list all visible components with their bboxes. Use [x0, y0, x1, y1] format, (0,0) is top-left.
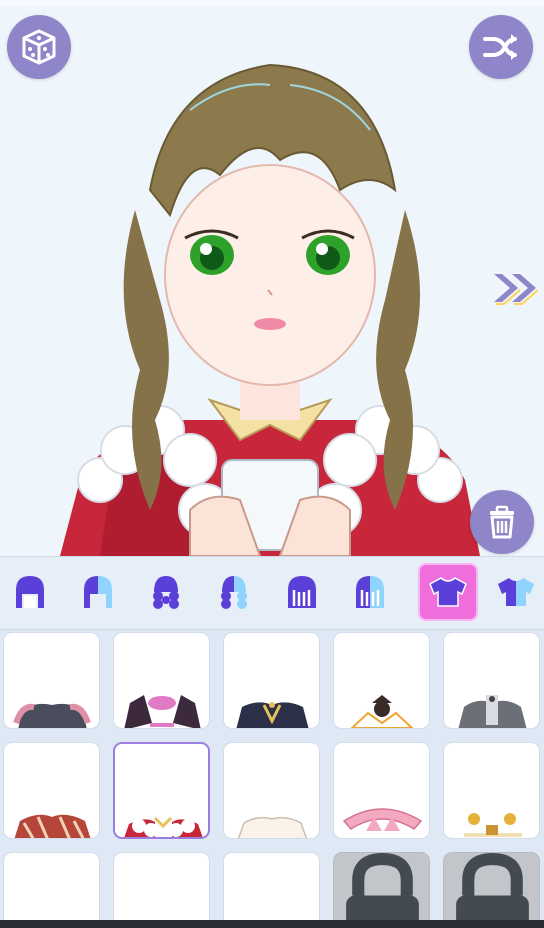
pink-ribbon-top-outfit-icon [342, 808, 423, 831]
tab-top-shirt-color[interactable] [486, 563, 544, 621]
tab-hair-accessory[interactable] [272, 563, 332, 621]
delete-button[interactable] [470, 490, 534, 554]
trash-icon [490, 505, 514, 539]
outfit-item-11[interactable] [3, 852, 100, 922]
tab-front-hair[interactable] [0, 563, 60, 621]
hair-accessory-icon [288, 576, 316, 608]
dice-icon [22, 29, 56, 65]
witch-collar-outfit-icon [350, 695, 414, 728]
outfit-item-1[interactable] [3, 632, 100, 729]
cream-blouse-outfit-icon [237, 816, 308, 838]
outfit-item-6[interactable] [3, 742, 100, 839]
outfit-item-14-locked[interactable] [333, 852, 430, 922]
navy-gold-cape-outfit-icon [236, 702, 309, 728]
outfit-item-15-locked[interactable] [443, 852, 540, 922]
outfit-item-12[interactable] [113, 852, 210, 922]
red-fur-trim-outfit-icon [124, 816, 203, 837]
feathered-pink-bow-outfit-icon [124, 695, 201, 728]
outfit-item-10[interactable] [443, 742, 540, 839]
outfit-item-9[interactable] [333, 742, 430, 839]
bottom-bar [0, 920, 544, 928]
lock-icon [346, 853, 419, 922]
shuffle-icon [483, 34, 517, 60]
front-hair-icon [16, 576, 44, 608]
tab-front-hair-color[interactable] [68, 563, 128, 621]
front-hair-color-icon [84, 576, 112, 608]
tab-back-hair-color[interactable] [204, 563, 264, 621]
outfit-grid [0, 630, 544, 922]
random-button[interactable] [7, 15, 71, 79]
top-shirt-icon [429, 577, 467, 607]
hair-accessory-color-icon [356, 576, 384, 608]
outfit-item-icon [224, 853, 320, 922]
outfit-item-7[interactable] [113, 742, 210, 839]
dark-ruffle-collar-outfit-icon [13, 703, 91, 728]
outfit-item-5[interactable] [443, 632, 540, 729]
shuffle-button[interactable] [469, 15, 533, 79]
outfit-item-icon [4, 853, 100, 922]
back-hair-color-icon [221, 576, 247, 609]
outfit-item-8[interactable] [223, 742, 320, 839]
character-preview-area [0, 0, 544, 556]
next-arrow-button[interactable] [492, 268, 538, 308]
plaid-red-top-outfit-icon [14, 814, 91, 838]
status-strip [0, 0, 544, 6]
outfit-item-13[interactable] [223, 852, 320, 922]
category-tabs [0, 556, 544, 630]
character-avatar [60, 63, 480, 556]
lock-icon [456, 853, 529, 922]
outfit-item-4[interactable] [333, 632, 430, 729]
tab-top-shirt[interactable] [418, 563, 478, 621]
tab-hair-accessory-color[interactable] [340, 563, 400, 621]
outfit-item-2[interactable] [113, 632, 210, 729]
outfit-item-3[interactable] [223, 632, 320, 729]
gray-frilled-dress-outfit-icon [458, 695, 527, 728]
outfit-item-icon [114, 853, 210, 922]
tab-back-hair[interactable] [136, 563, 196, 621]
back-hair-icon [153, 576, 179, 609]
gold-bear-bow-outfit-icon [464, 813, 522, 837]
top-shirt-color-icon [498, 578, 534, 606]
